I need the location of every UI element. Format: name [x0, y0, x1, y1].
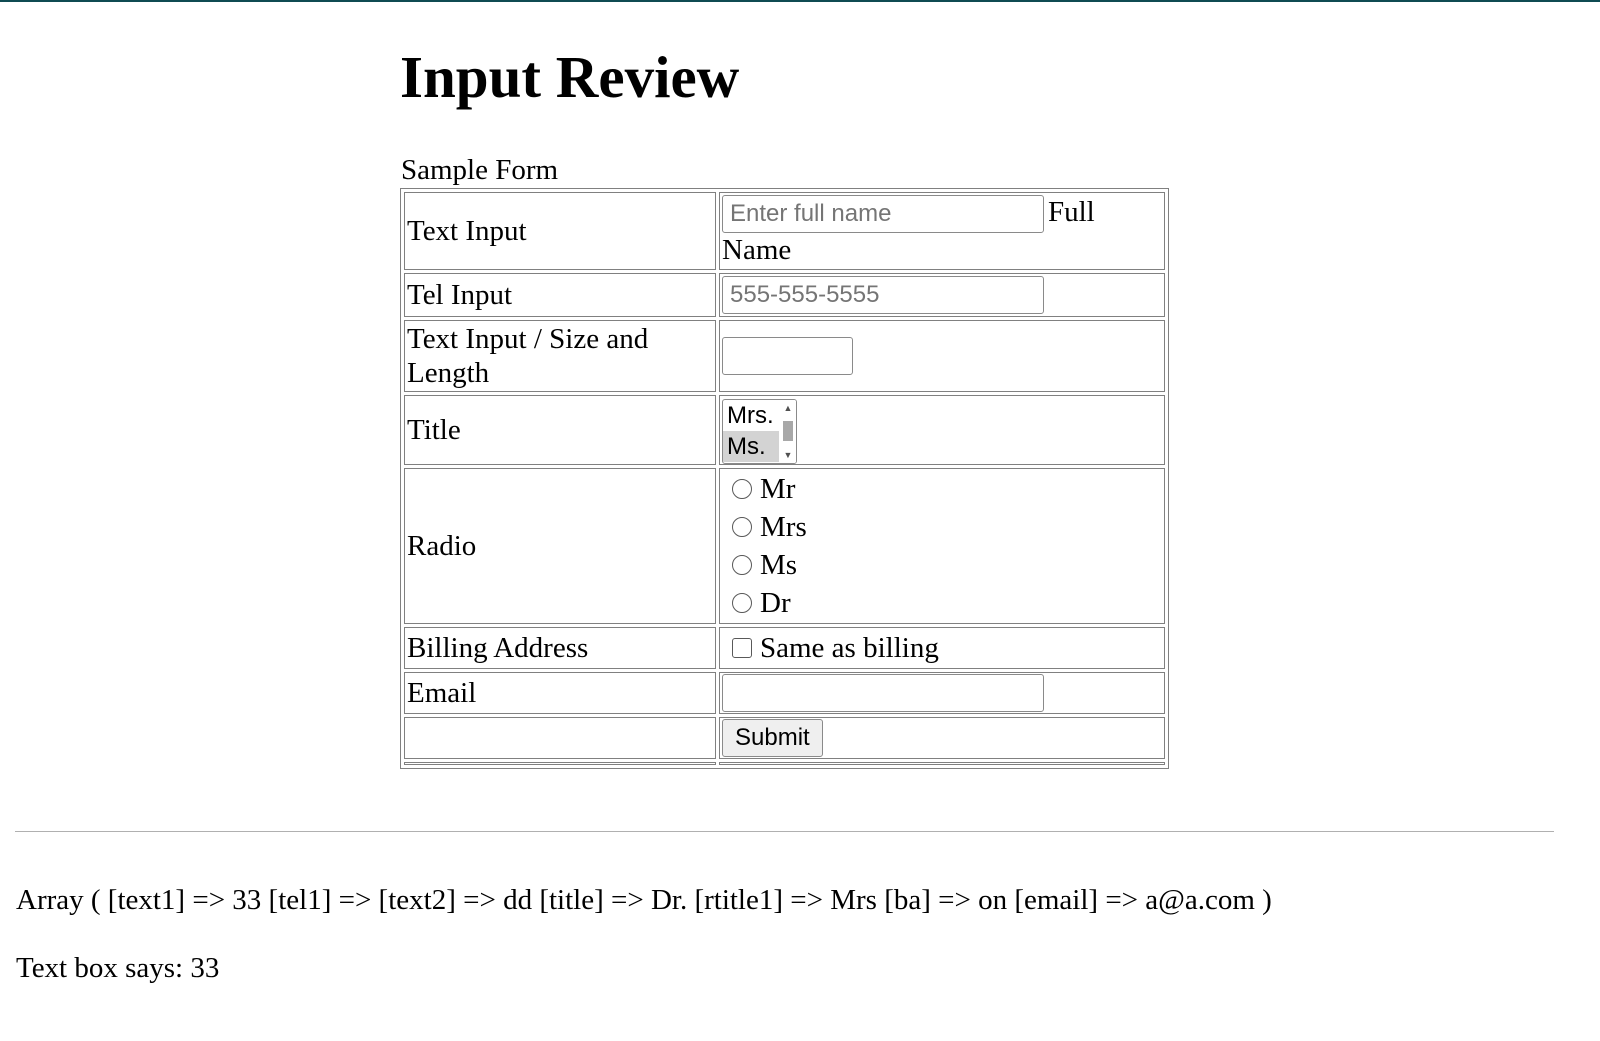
form-row-tel-input: Tel Input	[404, 273, 1165, 317]
radio-option-dr[interactable]: Dr	[722, 584, 1162, 622]
horizontal-divider	[15, 831, 1554, 832]
same-as-billing-checkbox[interactable]	[732, 638, 752, 658]
form-row-billing: Billing Address Same as billing	[404, 627, 1165, 669]
listbox-scrollbar[interactable]: ▲ ▼	[780, 399, 796, 463]
tel-input-label: Tel Input	[404, 273, 716, 317]
size-input-label: Text Input / Size and Length	[404, 320, 716, 392]
title-cell: Mrs. Ms. ▲ ▼	[719, 395, 1165, 465]
scroll-up-arrow-icon[interactable]: ▲	[780, 400, 796, 416]
tel-input[interactable]	[722, 276, 1044, 315]
radio-label: Radio	[404, 468, 716, 624]
size-input-cell	[719, 320, 1165, 392]
form-row-empty	[404, 762, 1165, 765]
form-row-radio: Radio Mr Mrs Ms Dr	[404, 468, 1165, 624]
radio-option-label: Ms	[760, 549, 798, 581]
page-title: Input Review	[400, 44, 740, 110]
form-row-size-input: Text Input / Size and Length	[404, 320, 1165, 392]
billing-cell: Same as billing	[719, 627, 1165, 669]
empty-cell	[719, 762, 1165, 765]
same-as-billing-label: Same as billing	[760, 632, 939, 664]
scroll-down-arrow-icon[interactable]: ▼	[780, 447, 796, 463]
email-label: Email	[404, 672, 716, 714]
submit-button[interactable]: Submit	[722, 719, 823, 757]
tel-input-cell	[719, 273, 1165, 317]
form-row-title: Title Mrs. Ms. ▲ ▼	[404, 395, 1165, 465]
radio-option-label: Dr	[760, 587, 791, 619]
radio-option-ms[interactable]: Ms	[722, 546, 1162, 584]
radio-option-mr[interactable]: Mr	[722, 470, 1162, 508]
title-listbox[interactable]: Mrs. Ms. ▲ ▼	[722, 398, 797, 464]
form-row-text-input: Text Input Full Name	[404, 192, 1165, 270]
radio-button[interactable]	[732, 593, 752, 613]
radio-button[interactable]	[732, 479, 752, 499]
title-label: Title	[404, 395, 716, 465]
empty-cell	[404, 762, 716, 765]
array-dump-output: Array ( [text1] => 33 [tel1] => [text2] …	[16, 884, 1272, 916]
submit-cell: Submit	[719, 717, 1165, 759]
form-caption: Sample Form	[401, 154, 559, 186]
title-option[interactable]: Mrs.	[723, 400, 779, 431]
text-input-cell: Full Name	[719, 192, 1165, 270]
full-name-input[interactable]	[722, 195, 1044, 234]
form-row-submit: Submit	[404, 717, 1165, 759]
email-cell	[719, 672, 1165, 714]
same-as-billing-option[interactable]: Same as billing	[722, 631, 1162, 665]
empty-label-cell	[404, 717, 716, 759]
radio-cell: Mr Mrs Ms Dr	[719, 468, 1165, 624]
scroll-thumb[interactable]	[783, 420, 793, 441]
radio-button[interactable]	[732, 517, 752, 537]
title-option-selected[interactable]: Ms.	[723, 430, 779, 462]
radio-button[interactable]	[732, 555, 752, 575]
sample-form-table: Text Input Full Name Tel Input Text Inpu…	[400, 188, 1169, 769]
radio-option-label: Mrs	[760, 511, 807, 543]
text-input-label: Text Input	[404, 192, 716, 270]
size-length-input[interactable]	[722, 337, 853, 375]
billing-address-label: Billing Address	[404, 627, 716, 669]
radio-option-mrs[interactable]: Mrs	[722, 508, 1162, 546]
text-box-says-output: Text box says: 33	[16, 952, 220, 984]
radio-option-label: Mr	[760, 473, 796, 505]
email-field[interactable]	[722, 674, 1044, 713]
form-row-email: Email	[404, 672, 1165, 714]
